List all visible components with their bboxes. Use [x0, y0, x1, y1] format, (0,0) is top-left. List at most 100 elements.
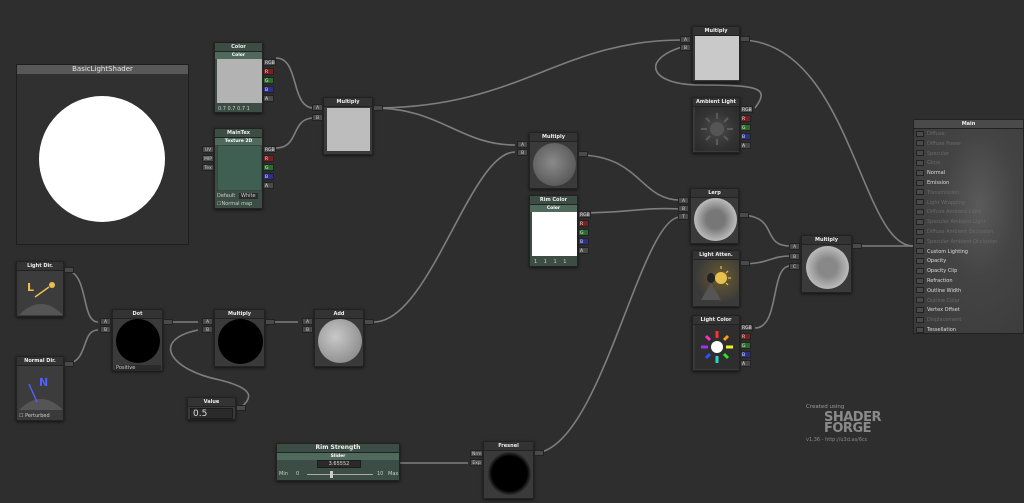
- input-port[interactable]: [916, 257, 924, 264]
- light-color-output-g[interactable]: G: [740, 342, 751, 349]
- rim-output-g[interactable]: G: [578, 229, 589, 236]
- input-port[interactable]: [916, 267, 924, 274]
- normal-dir-output[interactable]: [64, 361, 74, 367]
- dot-input-b[interactable]: B: [100, 326, 111, 333]
- color-node[interactable]: Color Color 0.7 0.7 0.7 1: [214, 42, 263, 113]
- main-input-row[interactable]: Specular Ambient Occlusion: [916, 238, 997, 246]
- dot-node[interactable]: Dot Positive: [112, 309, 163, 371]
- input-port[interactable]: [916, 140, 924, 147]
- main-input-row[interactable]: Outline Width: [916, 287, 961, 295]
- rim-output-b[interactable]: B: [578, 238, 589, 245]
- color-output-b[interactable]: B: [263, 86, 274, 93]
- value-output[interactable]: [236, 405, 246, 411]
- main-input-row[interactable]: Light Wrapping: [916, 199, 965, 207]
- multiply3-output[interactable]: [265, 319, 275, 325]
- rim-strength-node[interactable]: Rim Strength Slider 3.65552 Min 0 10 Max: [276, 443, 400, 481]
- main-input-row[interactable]: Diffuse Power: [916, 140, 961, 148]
- multiply-node-final[interactable]: Multiply: [801, 235, 852, 293]
- input-port[interactable]: [916, 228, 924, 235]
- slider-track[interactable]: [307, 474, 373, 475]
- normal-dir-node[interactable]: Normal Dir. N ☐ Perturbed: [16, 356, 64, 421]
- input-port[interactable]: [916, 218, 924, 225]
- input-port[interactable]: [916, 277, 924, 284]
- main-input-row[interactable]: Gloss: [916, 159, 941, 167]
- ambient-output-rgb[interactable]: RGB: [740, 106, 753, 113]
- dot-input-a[interactable]: A: [100, 318, 111, 325]
- default-dropdown[interactable]: White: [239, 193, 258, 199]
- light-atten-output[interactable]: [740, 260, 750, 266]
- lerp-node[interactable]: Lerp: [690, 188, 739, 244]
- main-input-row[interactable]: Tessellation: [916, 326, 956, 334]
- multiply2-input-a[interactable]: A: [517, 141, 528, 148]
- input-port[interactable]: [916, 169, 924, 176]
- fresnel-node[interactable]: Fresnel: [483, 441, 534, 499]
- multiply-node-2[interactable]: Multiply: [529, 132, 578, 189]
- color-output-a[interactable]: A: [263, 95, 274, 102]
- maintex-output-g[interactable]: G: [263, 164, 274, 171]
- rim-output-r[interactable]: R: [578, 220, 589, 227]
- maintex-output-b[interactable]: B: [263, 173, 274, 180]
- light-color-output-r[interactable]: R: [740, 333, 751, 340]
- light-dir-output[interactable]: [64, 267, 74, 273]
- maintex-input-tex[interactable]: Tex: [202, 164, 214, 171]
- light-color-node[interactable]: Light Color: [692, 315, 740, 371]
- lerp-input-a[interactable]: A: [678, 197, 689, 204]
- input-port[interactable]: [916, 287, 924, 294]
- multiply-final-input-a[interactable]: A: [789, 243, 800, 250]
- multiply3-input-b[interactable]: B: [202, 326, 213, 333]
- rim-output-rgb[interactable]: RGB: [578, 211, 591, 218]
- ambient-output-b[interactable]: B: [740, 133, 751, 140]
- input-port[interactable]: [916, 316, 924, 323]
- add-input-b[interactable]: B: [302, 326, 313, 333]
- main-input-row[interactable]: Transmission: [916, 189, 959, 197]
- main-input-row[interactable]: Diffuse Ambient Light: [916, 208, 981, 216]
- color-output-r[interactable]: R: [263, 68, 274, 75]
- fresnel-input-nrm[interactable]: Nrm: [470, 450, 483, 457]
- light-dir-node[interactable]: Light Dir. L: [16, 261, 64, 317]
- multiply-node-1[interactable]: Multiply: [323, 97, 373, 155]
- multiply1-output[interactable]: [373, 105, 383, 111]
- input-port[interactable]: [916, 130, 924, 137]
- multiply-final-input-c[interactable]: C: [789, 263, 800, 270]
- rim-output-a[interactable]: A: [578, 247, 589, 254]
- slider-handle[interactable]: [330, 471, 334, 478]
- main-input-row[interactable]: Outline Color: [916, 297, 960, 305]
- light-color-output-a[interactable]: A: [740, 360, 751, 367]
- maintex-input-mip[interactable]: MIP: [202, 155, 214, 162]
- light-atten-node[interactable]: Light Atten.: [692, 250, 740, 307]
- main-input-row[interactable]: Diffuse: [916, 130, 945, 138]
- main-input-row[interactable]: Diffuse Ambient Occlusion: [916, 228, 993, 236]
- input-port[interactable]: [916, 326, 924, 333]
- main-input-row[interactable]: Custom Lighting: [916, 248, 968, 256]
- multiply2-input-b[interactable]: B: [517, 149, 528, 156]
- normal-map-checkbox[interactable]: ☐Normal map: [217, 201, 252, 207]
- multiply-node-3[interactable]: Multiply: [214, 309, 265, 367]
- input-port[interactable]: [916, 189, 924, 196]
- dot-output[interactable]: [163, 319, 173, 325]
- main-input-row[interactable]: Vertex Offset: [916, 306, 960, 314]
- add-node[interactable]: Add: [314, 309, 364, 367]
- color-output-rgb[interactable]: RGB: [263, 59, 276, 66]
- ambient-output-r[interactable]: R: [740, 115, 751, 122]
- main-input-row[interactable]: Specular: [916, 150, 949, 158]
- input-port[interactable]: [916, 199, 924, 206]
- main-input-row[interactable]: Opacity Clip: [916, 267, 957, 275]
- ambient-light-node[interactable]: Ambient Light: [692, 97, 740, 153]
- color-output-g[interactable]: G: [263, 77, 274, 84]
- slider-value-field[interactable]: 3.65552: [317, 460, 361, 468]
- checkbox-icon[interactable]: ☐: [19, 413, 23, 419]
- multiply3-input-a[interactable]: A: [202, 318, 213, 325]
- input-port[interactable]: [916, 150, 924, 157]
- input-port[interactable]: [916, 297, 924, 304]
- value-input[interactable]: 0.5: [190, 408, 233, 419]
- color-swatch[interactable]: [532, 212, 577, 256]
- input-port[interactable]: [916, 159, 924, 166]
- maintex-output-r[interactable]: R: [263, 155, 274, 162]
- add-input-a[interactable]: A: [302, 318, 313, 325]
- add-output[interactable]: [364, 319, 374, 325]
- main-input-row[interactable]: Emission: [916, 179, 949, 187]
- rim-color-node[interactable]: Rim Color Color 1 1 1 1: [529, 195, 578, 267]
- main-output-node[interactable]: Main Diffuse Diffuse Power Specular Gloss No…: [913, 119, 1024, 334]
- dot-mode-dropdown[interactable]: Positive: [115, 365, 161, 371]
- input-port[interactable]: [916, 238, 924, 245]
